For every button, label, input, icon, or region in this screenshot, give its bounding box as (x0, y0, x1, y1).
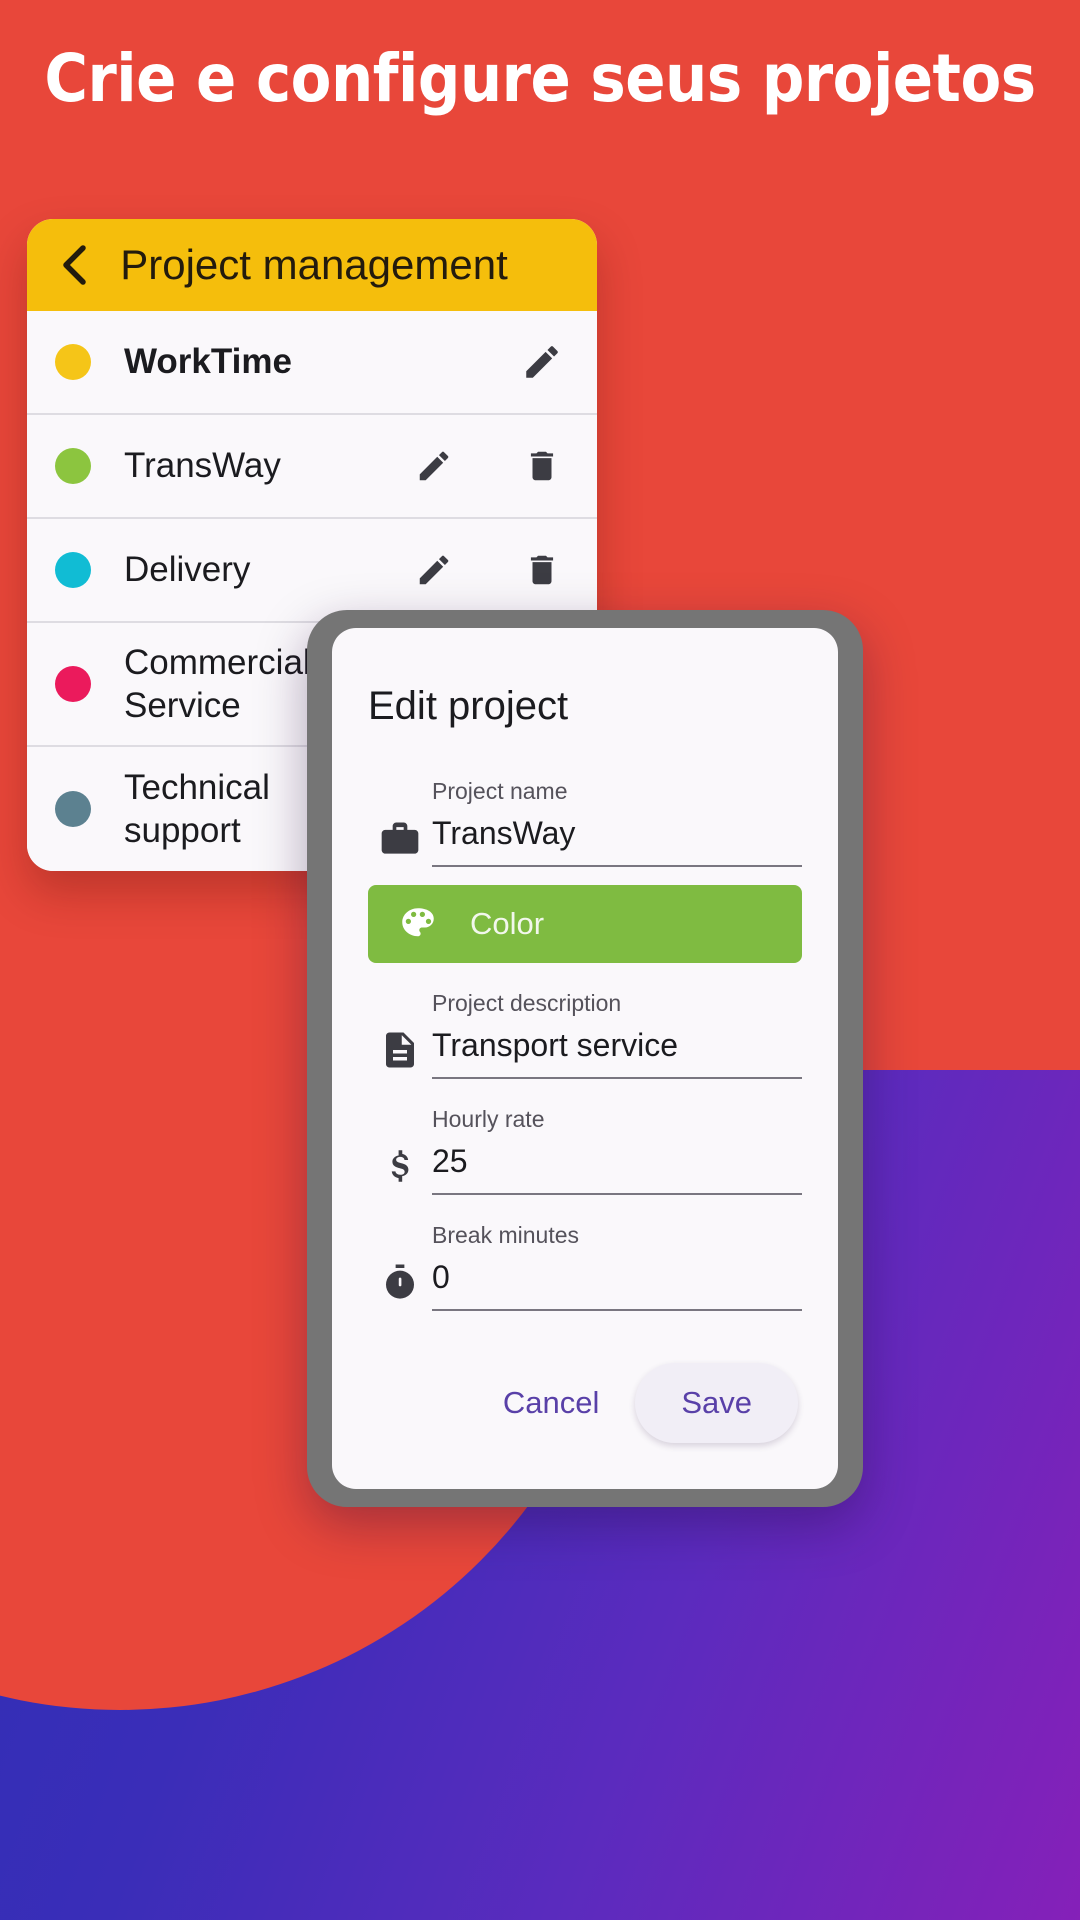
field-body: Hourly rate 25 (432, 1105, 802, 1195)
briefcase-icon (368, 777, 432, 861)
edit-project-dialog: Edit project Project name TransWay Color (332, 628, 838, 1489)
project-color-dot (55, 791, 91, 827)
dollar-icon (368, 1105, 432, 1187)
field-body: Break minutes 0 (432, 1221, 802, 1311)
color-picker-button[interactable]: Color (368, 884, 802, 963)
field-hourly-rate[interactable]: Hourly rate 25 (368, 1105, 802, 1195)
edit-pencil-icon[interactable] (413, 549, 455, 591)
field-label: Hourly rate (432, 1105, 545, 1132)
project-name-label: TransWay (124, 446, 281, 486)
row-actions (413, 549, 571, 591)
row-actions (413, 445, 571, 487)
row-actions (521, 341, 571, 383)
field-break-minutes[interactable]: Break minutes 0 (368, 1221, 802, 1311)
document-icon (368, 989, 432, 1071)
app-bar-title: Project management (120, 241, 508, 288)
delete-trash-icon[interactable] (521, 445, 563, 487)
field-label: Project description (432, 989, 622, 1016)
list-item[interactable]: Delivery (27, 519, 597, 623)
edit-project-dialog-frame: Edit project Project name TransWay Color (307, 610, 863, 1507)
cancel-button[interactable]: Cancel (485, 1367, 618, 1439)
delete-trash-icon[interactable] (521, 549, 563, 591)
chevron-left-icon[interactable] (53, 243, 97, 287)
field-project-description[interactable]: Project description Transport service (368, 989, 802, 1079)
color-button-label: Color (470, 905, 545, 941)
project-color-dot (55, 448, 91, 484)
project-name-label: WorkTime (124, 342, 292, 382)
field-value[interactable]: TransWay (432, 813, 802, 853)
field-value[interactable]: Transport service (432, 1025, 802, 1065)
field-value[interactable]: 0 (432, 1257, 802, 1297)
project-name-label: Delivery (124, 550, 251, 590)
stopwatch-icon (368, 1221, 432, 1303)
field-body: Project name TransWay (432, 777, 802, 867)
dialog-title: Edit project (368, 684, 569, 728)
list-item[interactable]: TransWay (27, 415, 597, 519)
project-color-dot (55, 552, 91, 588)
edit-pencil-icon[interactable] (413, 445, 455, 487)
field-project-name[interactable]: Project name TransWay (368, 777, 802, 867)
app-bar: Project management (27, 219, 597, 311)
project-color-dot (55, 666, 91, 702)
save-button[interactable]: Save (635, 1362, 798, 1443)
field-label: Break minutes (432, 1221, 580, 1248)
field-label: Project name (432, 778, 568, 804)
list-item[interactable]: WorkTime (27, 311, 597, 415)
edit-pencil-icon[interactable] (521, 341, 563, 383)
project-color-dot (55, 344, 91, 380)
field-value[interactable]: 25 (432, 1141, 802, 1181)
page-title: Crie e configure seus projetos (44, 40, 1036, 117)
dialog-actions: Cancel Save (368, 1362, 802, 1443)
palette-icon (396, 902, 440, 946)
field-body: Project description Transport service (432, 989, 802, 1079)
